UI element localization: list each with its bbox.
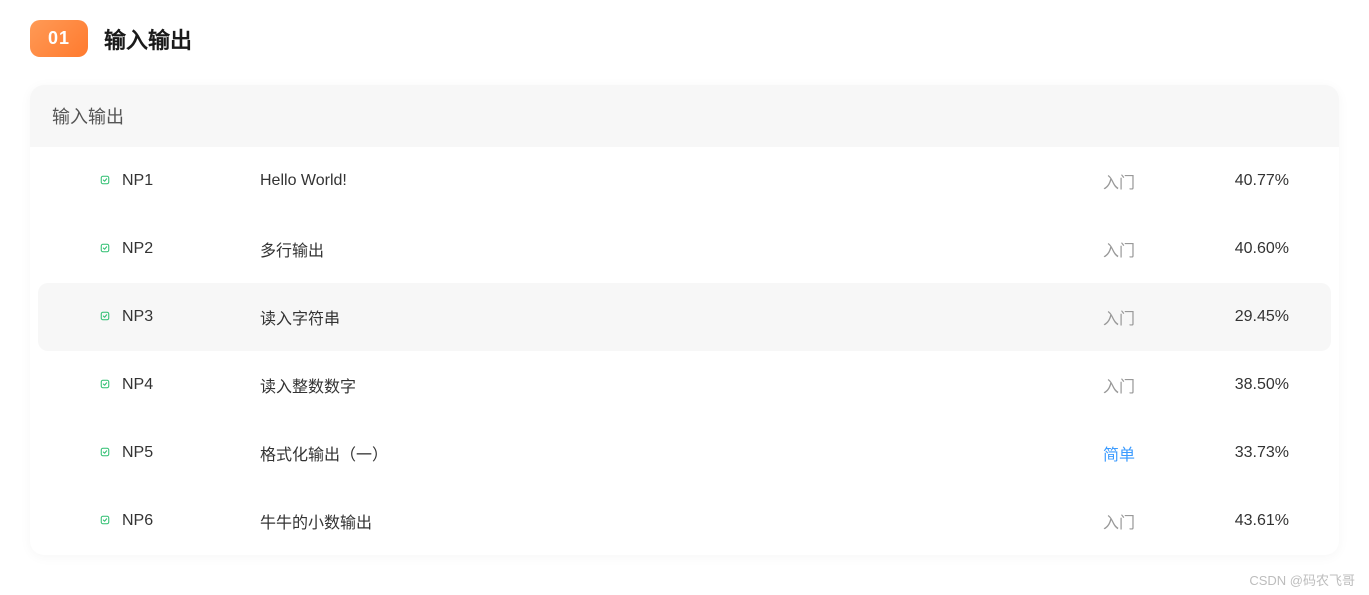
problem-title: 读入字符串 <box>260 305 1069 329</box>
problem-difficulty: 入门 <box>1069 305 1169 329</box>
problem-card: 输入输出 NP1Hello World!入门40.77%NP2多行输出入门40.… <box>30 85 1339 555</box>
problem-row[interactable]: NP4读入整数数字入门38.50% <box>38 351 1331 419</box>
card-header: 输入输出 <box>30 85 1339 147</box>
problem-row[interactable]: NP6牛牛的小数输出入门43.61% <box>38 487 1331 555</box>
problem-row[interactable]: NP5格式化输出（一）简单33.73% <box>38 419 1331 487</box>
problem-percent: 29.45% <box>1169 308 1309 326</box>
problem-code: NP2 <box>110 240 260 258</box>
problem-title: Hello World! <box>260 172 1069 190</box>
problem-title: 多行输出 <box>260 237 1069 261</box>
status-cell <box>60 376 110 394</box>
status-cell <box>60 308 110 326</box>
check-icon <box>100 376 110 394</box>
problem-percent: 40.77% <box>1169 172 1309 190</box>
problem-title: 读入整数数字 <box>260 373 1069 397</box>
problem-difficulty: 入门 <box>1069 237 1169 261</box>
problem-percent: 38.50% <box>1169 376 1309 394</box>
problem-title: 格式化输出（一） <box>260 441 1069 465</box>
watermark: CSDN @码农飞哥 <box>1249 570 1355 589</box>
check-icon <box>100 308 110 326</box>
problem-title: 牛牛的小数输出 <box>260 509 1069 533</box>
status-cell <box>60 444 110 462</box>
status-cell <box>60 172 110 190</box>
check-icon <box>100 240 110 258</box>
problem-difficulty: 入门 <box>1069 169 1169 193</box>
check-icon <box>100 444 110 462</box>
problem-difficulty: 简单 <box>1069 441 1169 465</box>
check-icon <box>100 172 110 190</box>
problem-percent: 43.61% <box>1169 512 1309 530</box>
section-title: 输入输出 <box>104 23 192 55</box>
status-cell <box>60 240 110 258</box>
problem-percent: 33.73% <box>1169 444 1309 462</box>
section-header: 01 输入输出 <box>30 20 1339 57</box>
problem-row[interactable]: NP1Hello World!入门40.77% <box>38 147 1331 215</box>
problem-code: NP6 <box>110 512 260 530</box>
problem-percent: 40.60% <box>1169 240 1309 258</box>
problem-difficulty: 入门 <box>1069 373 1169 397</box>
section-number-badge: 01 <box>30 20 88 57</box>
problem-code: NP5 <box>110 444 260 462</box>
status-cell <box>60 512 110 530</box>
problem-list: NP1Hello World!入门40.77%NP2多行输出入门40.60%NP… <box>30 147 1339 555</box>
problem-code: NP1 <box>110 172 260 190</box>
problem-code: NP3 <box>110 308 260 326</box>
problem-code: NP4 <box>110 376 260 394</box>
problem-difficulty: 入门 <box>1069 509 1169 533</box>
problem-row[interactable]: NP2多行输出入门40.60% <box>38 215 1331 283</box>
check-icon <box>100 512 110 530</box>
problem-row[interactable]: NP3读入字符串入门29.45% <box>38 283 1331 351</box>
